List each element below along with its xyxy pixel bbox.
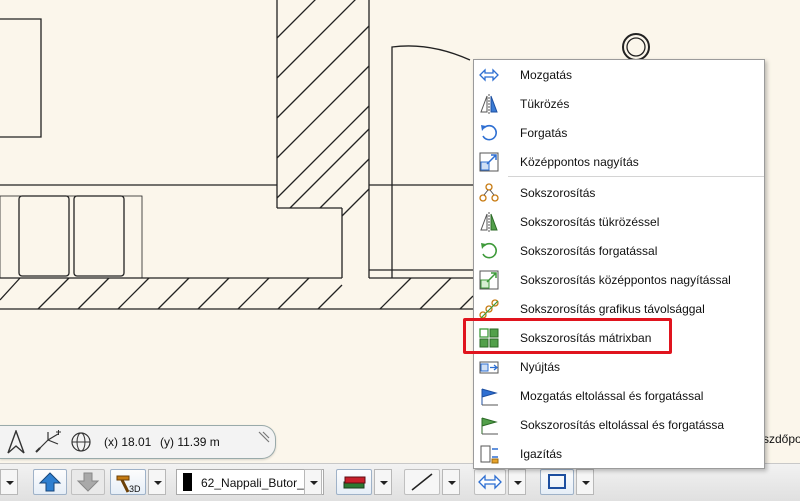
edit-tools-dropdown[interactable] xyxy=(508,469,526,495)
move-offset-rotate-icon xyxy=(481,388,498,406)
mirror-icon xyxy=(480,94,498,114)
menu-item-center-scale[interactable]: Középpontos nagyítás xyxy=(474,147,764,176)
menu-item-multiply-mirror[interactable]: Sokszorosítás tükrözéssel xyxy=(474,207,764,236)
menu-item-multiply[interactable]: Sokszorosítás xyxy=(474,178,764,207)
rectangle-icon xyxy=(548,474,566,489)
menu-item-multiply-rotate[interactable]: Sokszorosítás forgatással xyxy=(474,236,764,265)
frame-button[interactable] xyxy=(540,469,574,495)
center-scale-icon xyxy=(479,152,499,172)
menu-item-move[interactable]: Mozgatás xyxy=(474,60,764,89)
rotate-icon xyxy=(481,124,497,141)
layer-select[interactable]: 62_Nappali_Butor_ xyxy=(176,469,324,495)
north-arrow-icon[interactable] xyxy=(6,430,26,454)
right-partial-label: szdőpon xyxy=(763,432,800,446)
toolbar-left-dropdown[interactable] xyxy=(0,469,18,495)
line-icon xyxy=(411,473,433,491)
multiply-mirror-icon xyxy=(480,212,498,232)
transform-menu: Mozgatás Tükrözés Forgatás Középpontos n… xyxy=(473,59,765,469)
menu-item-mirror[interactable]: Tükrözés xyxy=(474,89,764,118)
pen-style-button[interactable] xyxy=(336,469,372,495)
layer-color-swatch xyxy=(183,473,192,491)
3d-view-button[interactable]: 3D xyxy=(110,469,146,495)
svg-text:3D: 3D xyxy=(129,484,141,494)
multiply-offset-rotate-icon xyxy=(481,417,498,435)
align-icon xyxy=(480,445,499,464)
line-type-dropdown[interactable] xyxy=(442,469,460,495)
hammer-icon: 3D xyxy=(116,475,141,494)
x-coordinate: (x) 18.01 xyxy=(104,435,152,449)
coordinate-bar: (x) 18.01 (y) 11.39 m xyxy=(0,425,276,459)
snap-axes-icon[interactable] xyxy=(34,430,62,454)
arrow-up-icon xyxy=(38,472,62,492)
move-arrows-icon xyxy=(479,68,499,82)
menu-item-move-offset-rotate[interactable]: Mozgatás eltolással és forgatással xyxy=(474,381,764,410)
multiply-rotate-icon xyxy=(481,242,497,259)
move-arrows-icon xyxy=(478,474,502,490)
y-coordinate: (y) 11.39 m xyxy=(160,435,220,449)
layer-down-button[interactable] xyxy=(71,469,105,495)
stretch-icon xyxy=(479,361,499,374)
globe-icon[interactable] xyxy=(68,430,94,454)
menu-item-stretch[interactable]: Nyújtás xyxy=(474,352,764,381)
resize-grip-icon[interactable] xyxy=(257,430,271,444)
frame-dropdown[interactable] xyxy=(576,469,594,495)
layer-name: 62_Nappali_Butor_ xyxy=(201,476,304,490)
line-type-button[interactable] xyxy=(404,469,440,495)
multiply-icon xyxy=(479,183,499,202)
menu-item-multiply-offset-rotate[interactable]: Sokszorosítás eltolással és forgatássa xyxy=(474,410,764,439)
highlight-box xyxy=(463,318,672,354)
multiply-distance-icon xyxy=(479,299,499,319)
menu-item-rotate[interactable]: Forgatás xyxy=(474,118,764,147)
menu-separator xyxy=(508,176,764,177)
books-icon xyxy=(343,476,366,489)
menu-item-multiply-scale[interactable]: Sokszorosítás középpontos nagyítással xyxy=(474,265,764,294)
multiply-scale-icon xyxy=(479,270,499,290)
arrow-down-icon xyxy=(76,472,100,492)
pen-style-dropdown[interactable] xyxy=(374,469,392,495)
layer-up-button[interactable] xyxy=(33,469,67,495)
menu-item-align[interactable]: Igazítás xyxy=(474,439,764,468)
edit-tools-button[interactable] xyxy=(474,469,506,495)
3d-view-dropdown[interactable] xyxy=(148,469,166,495)
layer-select-dropdown[interactable] xyxy=(304,469,322,495)
